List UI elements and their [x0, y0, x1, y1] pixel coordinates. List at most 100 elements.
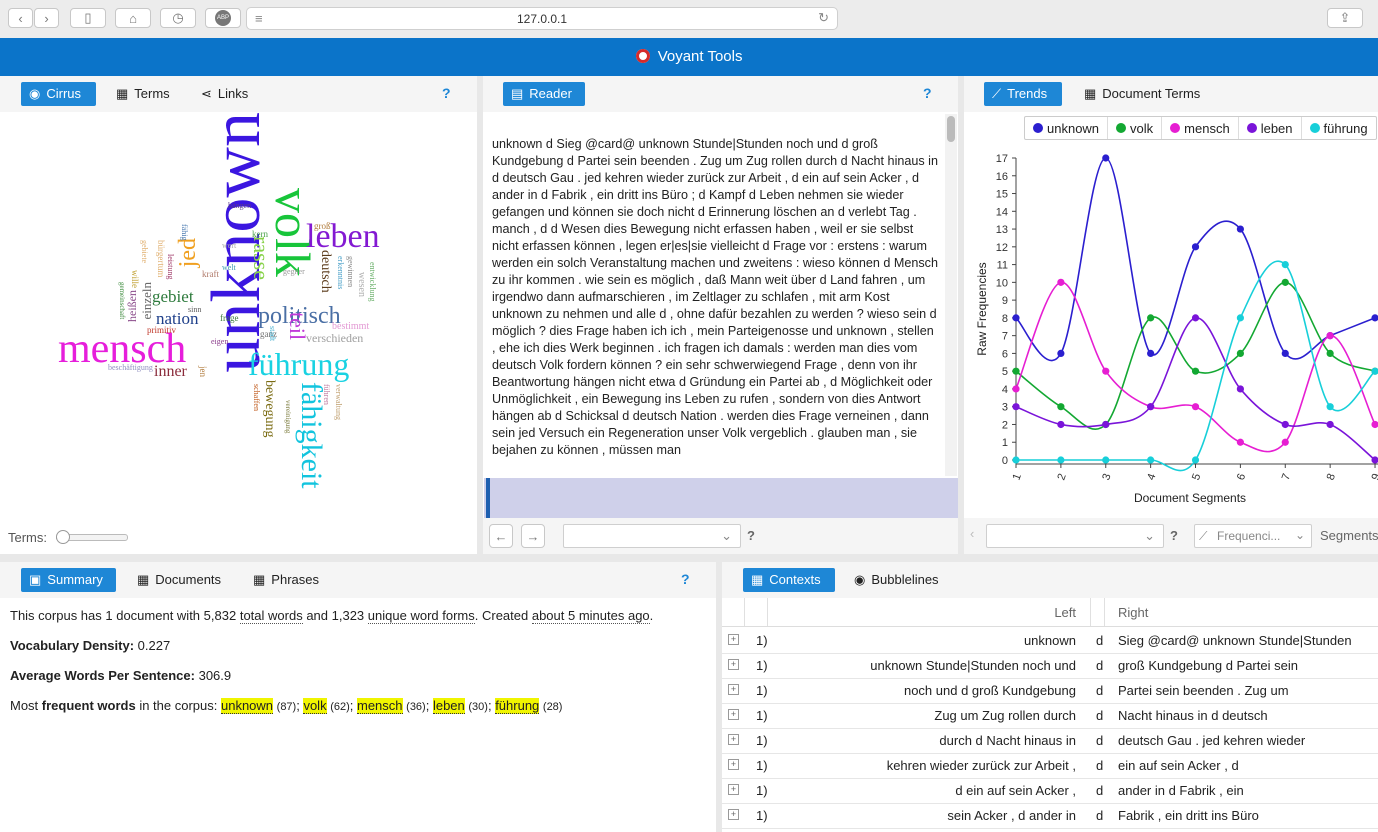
cloud-word[interactable]: primitiv	[147, 326, 176, 335]
tab-reader[interactable]: ▤ Reader	[503, 82, 585, 106]
expand-icon[interactable]: +	[728, 734, 739, 745]
unique-words-link[interactable]: unique word forms	[367, 608, 475, 624]
cloud-word[interactable]: gewinnen	[346, 256, 355, 287]
cloud-word[interactable]: vereinigung	[284, 400, 292, 433]
cloud-word[interactable]: erkenntnis	[336, 256, 345, 289]
tab-cirrus[interactable]: ◉ Cirrus	[21, 82, 96, 106]
column-header-right[interactable]: Right	[1118, 605, 1148, 620]
table-row[interactable]: +1) kehren wieder zurück zur Arbeit , d ein…	[722, 753, 1378, 779]
frequent-word-link[interactable]: führung	[495, 698, 540, 714]
tab-bubblelines[interactable]: ◉ Bubblelines	[846, 568, 947, 592]
expand-icon[interactable]: +	[728, 709, 739, 720]
reader-document-strip[interactable]	[484, 478, 958, 518]
total-words-link[interactable]: total words	[239, 608, 303, 624]
tab-trends[interactable]: ⟋ Trends	[984, 82, 1062, 106]
cloud-word[interactable]: wesen	[356, 272, 367, 297]
cloud-word[interactable]: bestimmt	[332, 322, 369, 332]
table-row[interactable]: +1) sein Acker , d ander in d Fabrik , ein …	[722, 803, 1378, 829]
panel-divider[interactable]	[477, 76, 483, 554]
chevron-left-icon[interactable]: ‹	[970, 526, 974, 541]
cloud-word[interactable]: wille	[130, 270, 140, 288]
cloud-word[interactable]: hängen	[228, 202, 251, 210]
frequent-word-link[interactable]: leben	[432, 698, 465, 714]
legend-item-mensch[interactable]: mensch	[1162, 117, 1239, 139]
tab-document-terms[interactable]: ▦ Document Terms	[1076, 82, 1208, 106]
cloud-word[interactable]: einzeln	[139, 282, 154, 320]
legend-item-volk[interactable]: volk	[1108, 117, 1163, 139]
forward-button[interactable]: ›	[34, 8, 59, 28]
expand-icon[interactable]: +	[728, 809, 739, 820]
next-button[interactable]: →	[521, 524, 545, 548]
created-time[interactable]: about 5 minutes ago	[531, 608, 650, 624]
column-header-left[interactable]: Left	[1054, 605, 1076, 620]
cloud-word[interactable]: welt	[222, 264, 236, 272]
cloud-word[interactable]: rasse	[249, 236, 274, 280]
cloud-word[interactable]: leistung	[166, 254, 175, 279]
home-button[interactable]: ⌂	[115, 8, 151, 28]
cloud-word[interactable]: eigen	[211, 338, 228, 346]
cloud-word[interactable]: fähig	[180, 224, 189, 240]
reader-scrollbar[interactable]	[945, 114, 957, 476]
expand-icon[interactable]: +	[728, 634, 739, 645]
expand-icon[interactable]: +	[728, 759, 739, 770]
adblock-button[interactable]: ABP	[205, 8, 241, 28]
cloud-word[interactable]: inner	[154, 364, 187, 380]
table-row[interactable]: +1) unknown d Sieg @card@ unknown Stunde|St…	[722, 628, 1378, 654]
tab-phrases[interactable]: ▦ Phrases	[245, 568, 327, 592]
previous-button[interactable]: ←	[489, 524, 513, 548]
expand-icon[interactable]: +	[728, 659, 739, 670]
terms-select[interactable]: ⌄	[986, 524, 1164, 548]
cloud-word[interactable]: wert	[222, 242, 236, 250]
expand-icon[interactable]: +	[728, 684, 739, 695]
table-row[interactable]: +1) Zug um Zug rollen durch d Nacht hinaus …	[722, 703, 1378, 729]
cloud-word[interactable]: führung	[248, 348, 349, 380]
expand-icon[interactable]: +	[728, 784, 739, 795]
tab-links[interactable]: ⋖ Links	[193, 82, 256, 106]
frequent-word-link[interactable]: volk	[303, 698, 327, 714]
tab-terms[interactable]: ▦ Terms	[108, 82, 178, 106]
cloud-word[interactable]: frage	[220, 314, 238, 323]
horizontal-divider[interactable]	[0, 554, 1378, 562]
cloud-word[interactable]: führen	[322, 384, 331, 405]
cloud-word[interactable]: sinn	[188, 306, 201, 314]
cloud-word[interactable]: teil	[285, 312, 310, 340]
cloud-word[interactable]: beschäftigung	[108, 364, 153, 372]
reload-icon[interactable]: ↻	[818, 10, 829, 26]
address-bar[interactable]: ≡ 127.0.0.1 ↻	[246, 7, 838, 30]
cloud-word[interactable]: gebiete	[140, 240, 149, 263]
share-button[interactable]: ⇪	[1327, 8, 1363, 28]
trends-help-icon[interactable]: ?	[1170, 528, 1178, 543]
reader-footer-help-icon[interactable]: ?	[747, 528, 755, 543]
legend-item-unknown[interactable]: unknown	[1025, 117, 1109, 139]
table-row[interactable]: +1) unknown Stunde|Stunden noch und d groß …	[722, 653, 1378, 679]
cloud-word[interactable]: bürgertum	[156, 240, 166, 277]
table-row[interactable]: +1) durch d Nacht hinaus in d deutsch Gau .…	[722, 728, 1378, 754]
cloud-word[interactable]: gebiet	[152, 288, 194, 305]
cloud-word[interactable]: jed	[175, 238, 201, 267]
document-select[interactable]: ⌄	[563, 524, 741, 548]
table-row[interactable]: +1) d ein auf sein Acker , d ander in d Fab…	[722, 778, 1378, 804]
frequent-word-link[interactable]: mensch	[357, 698, 403, 714]
cloud-word[interactable]: verwaltung	[334, 384, 343, 420]
tab-documents[interactable]: ▦ Documents	[129, 568, 229, 592]
cloud-word[interactable]: deutsch	[318, 250, 333, 293]
cloud-word[interactable]: kraft	[202, 270, 219, 279]
cloud-word[interactable]: gemeinschaft	[118, 282, 126, 319]
back-button[interactable]: ‹	[8, 8, 33, 28]
sidebar-toggle-button[interactable]: ▯	[70, 8, 106, 28]
reader-scrollbar-thumb[interactable]	[947, 116, 955, 142]
table-row[interactable]: +1) noch und d groß Kundgebung d Partei sei…	[722, 678, 1378, 704]
cloud-word[interactable]: kern	[252, 230, 268, 239]
history-button[interactable]: ◷	[160, 8, 196, 28]
tab-summary[interactable]: ▣ Summary	[21, 568, 116, 592]
cloud-word[interactable]: heißen	[125, 290, 139, 322]
cirrus-help-icon[interactable]: ?	[442, 85, 451, 101]
cloud-word[interactable]: groß	[314, 222, 331, 231]
frequent-word-link[interactable]: unknown	[220, 698, 274, 714]
summary-help-icon[interactable]: ?	[681, 571, 690, 587]
cloud-word[interactable]: jen	[198, 366, 208, 377]
legend-item-fuehrung[interactable]: führung	[1302, 117, 1376, 139]
legend-item-leben[interactable]: leben	[1239, 117, 1302, 139]
cloud-word[interactable]: verschieden	[306, 332, 363, 344]
tab-contexts[interactable]: ▦ Contexts	[743, 568, 835, 592]
